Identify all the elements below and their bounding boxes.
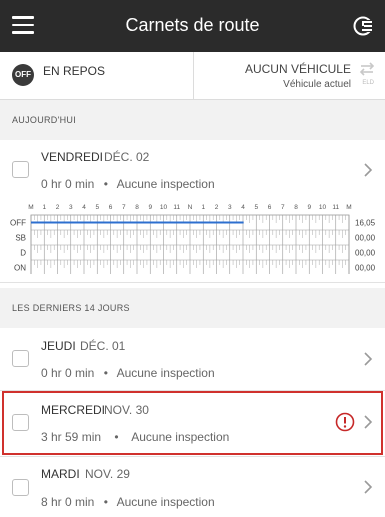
day-inspection: Aucune inspection — [116, 177, 215, 191]
divider — [0, 282, 385, 283]
duty-row-label: OFF — [10, 219, 26, 228]
duty-row-total: 00,00 — [355, 234, 376, 243]
status-divider — [193, 52, 194, 99]
day-meta: 0 hr 0 min • Aucune inspection — [41, 177, 215, 191]
section-header-label: AUJOURD'HUI — [12, 115, 77, 125]
hour-tick-label: 2 — [56, 204, 60, 211]
hour-tick-label: 11 — [332, 204, 339, 211]
hour-tick-label: N — [188, 204, 193, 211]
day-name: MARDI — [41, 467, 80, 481]
hour-tick-label: 9 — [148, 204, 152, 211]
day-hours: 0 hr 0 min — [41, 366, 95, 380]
duty-status-label[interactable]: EN REPOS — [43, 64, 105, 78]
hour-tick-label: 3 — [228, 204, 232, 211]
hour-tick-label: 6 — [109, 204, 113, 211]
hour-tick-label: M — [28, 204, 33, 211]
day-checkbox[interactable] — [12, 479, 29, 496]
meta-separator: • — [103, 495, 108, 509]
hour-tick-label: 3 — [69, 204, 73, 211]
day-name: JEUDI — [41, 339, 76, 353]
day-meta: 0 hr 0 min • Aucune inspection — [41, 366, 215, 380]
day-row[interactable]: JEUDI DÉC. 01 0 hr 0 min • Aucune inspec… — [0, 328, 385, 390]
hour-tick-label: 7 — [122, 204, 126, 211]
day-inspection: Aucune inspection — [116, 495, 215, 509]
hour-tick-label: 4 — [241, 204, 245, 211]
hour-tick-label: M — [346, 204, 351, 211]
chevron-right-icon[interactable] — [363, 163, 373, 177]
page-title: Carnets de route — [125, 15, 260, 35]
duty-log-graph[interactable]: M 1 2 3 4 5 6 7 8 9 10 11 N 1 2 3 4 5 6 7 8 9 10 11 M OFF 16,05 SB 0… — [0, 200, 385, 274]
section-header-today: AUJOURD'HUI — [0, 100, 385, 140]
hour-tick-label: 6 — [268, 204, 272, 211]
hour-tick-label: 2 — [215, 204, 219, 211]
day-row-today[interactable]: VENDREDI DÉC. 02 0 hr 0 min • Aucune ins… — [0, 140, 385, 200]
duty-row-total: 00,00 — [355, 264, 376, 273]
hour-tick-label: 1 — [201, 204, 205, 211]
hour-tick-label: 11 — [173, 204, 180, 211]
duty-status-bar: OFF EN REPOS AUCUN VÉHICULE Véhicule act… — [0, 52, 385, 100]
hour-tick-label: 10 — [160, 204, 168, 211]
meta-separator: • — [103, 177, 108, 191]
eld-label: ELD — [362, 80, 374, 86]
hour-tick-label: 8 — [294, 204, 298, 211]
hour-tick-label: 5 — [254, 204, 258, 211]
day-hours: 0 hr 0 min — [41, 177, 95, 191]
hour-tick-label: 1 — [42, 204, 46, 211]
day-checkbox[interactable] — [12, 350, 29, 367]
duty-row-total: 16,05 — [355, 219, 376, 228]
duty-row-label: ON — [14, 264, 26, 273]
day-date: DÉC. 01 — [80, 339, 126, 353]
hour-tick-label: 4 — [82, 204, 86, 211]
highlight-box — [2, 391, 383, 455]
meta-separator: • — [103, 366, 108, 380]
app-bar: Carnets de route — [0, 0, 385, 52]
day-name: VENDREDI — [41, 150, 104, 164]
section-header-past: LES DERNIERS 14 JOURS — [0, 288, 385, 328]
clock-list-icon[interactable] — [352, 15, 374, 37]
day-hours: 8 hr 0 min — [41, 495, 95, 509]
hour-tick-label: 8 — [135, 204, 139, 211]
hour-tick-label: 5 — [95, 204, 99, 211]
day-inspection: Aucune inspection — [116, 366, 215, 380]
duty-row-label: SB — [15, 234, 26, 243]
day-date: DÉC. 02 — [104, 150, 150, 164]
duty-status-badge[interactable]: OFF — [12, 64, 34, 86]
hour-tick-label: 9 — [307, 204, 311, 211]
vehicle-sublabel: Véhicule actuel — [283, 79, 351, 90]
hour-tick-label: 7 — [281, 204, 285, 211]
duty-row-total: 00,00 — [355, 249, 376, 258]
vehicle-label[interactable]: AUCUN VÉHICULE — [245, 62, 351, 76]
day-row[interactable]: MARDI NOV. 29 8 hr 0 min • Aucune inspec… — [0, 457, 385, 517]
day-checkbox[interactable] — [12, 161, 29, 178]
chevron-right-icon[interactable] — [363, 352, 373, 366]
duty-row-label: D — [20, 249, 26, 258]
section-header-label: LES DERNIERS 14 JOURS — [12, 303, 130, 313]
swap-arrows-icon[interactable] — [359, 62, 375, 76]
chevron-right-icon[interactable] — [363, 480, 373, 494]
hour-tick-label: 10 — [319, 204, 327, 211]
day-meta: 8 hr 0 min • Aucune inspection — [41, 495, 215, 509]
day-date: NOV. 29 — [85, 467, 130, 481]
